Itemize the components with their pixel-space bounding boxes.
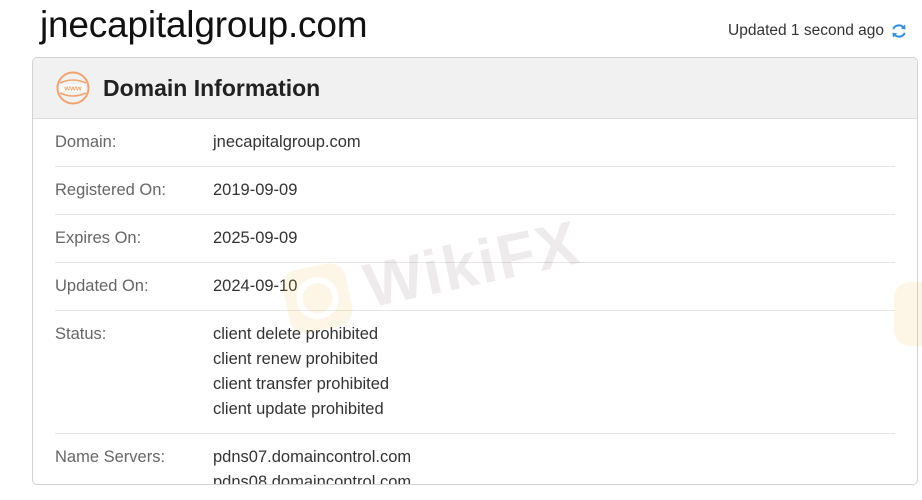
refresh-icon[interactable] xyxy=(890,22,908,40)
panel-title: Domain Information xyxy=(103,74,321,101)
www-icon: www xyxy=(56,71,90,105)
row-label: Status: xyxy=(55,325,107,343)
row-label: Registered On: xyxy=(55,181,166,199)
page-title: jnecapitalgroup.com xyxy=(40,4,368,45)
updated-on-value: 2024-09-10 xyxy=(213,277,298,295)
row-label: Updated On: xyxy=(55,277,149,295)
expires-on-value: 2025-09-09 xyxy=(213,229,298,247)
row-values: 2019-09-09 xyxy=(213,178,297,203)
row-updated-on: Updated On: 2024-09-10 xyxy=(55,263,895,311)
name-server-value: pdns08.domaincontrol.com xyxy=(213,473,412,485)
status-value: client update prohibited xyxy=(213,400,384,418)
row-domain: Domain: jnecapitalgroup.com xyxy=(55,119,895,167)
row-label: Name Servers: xyxy=(55,448,166,466)
row-values: client delete prohibited client renew pr… xyxy=(213,322,389,422)
row-label: Expires On: xyxy=(55,229,142,247)
row-status: Status: client delete prohibited client … xyxy=(55,311,895,434)
update-status: Updated 1 second ago xyxy=(728,22,908,40)
domain-information-panel: www Domain Information Domain: jnecapita… xyxy=(32,57,918,485)
row-values: 2024-09-10 xyxy=(213,274,297,299)
status-value: client renew prohibited xyxy=(213,350,379,368)
row-name-servers: Name Servers: pdns07.domaincontrol.com p… xyxy=(55,434,895,485)
row-registered-on: Registered On: 2019-09-09 xyxy=(55,167,895,215)
registered-on-value: 2019-09-09 xyxy=(213,181,298,199)
domain-details-list: Domain: jnecapitalgroup.com Registered O… xyxy=(33,119,917,485)
svg-text:www: www xyxy=(63,84,82,93)
row-expires-on: Expires On: 2025-09-09 xyxy=(55,215,895,263)
updated-text: Updated 1 second ago xyxy=(728,22,884,39)
domain-value: jnecapitalgroup.com xyxy=(213,133,361,151)
row-values: pdns07.domaincontrol.com pdns08.domainco… xyxy=(213,445,412,485)
row-values: jnecapitalgroup.com xyxy=(213,130,361,155)
row-values: 2025-09-09 xyxy=(213,226,297,251)
panel-header: www Domain Information xyxy=(33,58,917,119)
status-value: client transfer prohibited xyxy=(213,375,390,393)
row-label: Domain: xyxy=(55,133,117,151)
name-server-value: pdns07.domaincontrol.com xyxy=(213,448,412,466)
status-value: client delete prohibited xyxy=(213,325,379,343)
